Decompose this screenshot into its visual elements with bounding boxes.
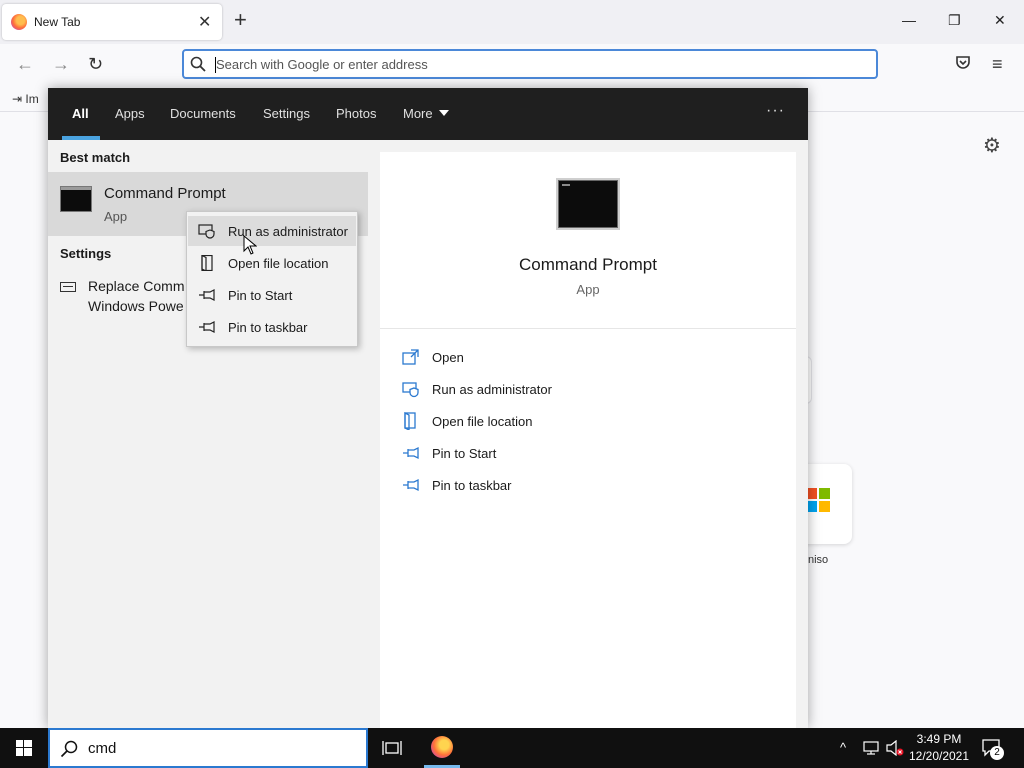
more-options-icon[interactable]: ··· (766, 102, 785, 120)
preview-divider (380, 328, 796, 329)
tab-documents[interactable]: Documents (170, 106, 236, 121)
search-filter-tabs: All Apps Documents Settings Photos More … (48, 88, 808, 140)
settings-result[interactable]: Replace Comm Windows Powe (88, 276, 188, 316)
action-pin-to-start[interactable]: Pin to Start (402, 444, 782, 468)
settings-result-line1: Replace Comm (88, 278, 185, 294)
tab-apps[interactable]: Apps (115, 106, 145, 121)
search-icon (190, 56, 206, 72)
action-open-file-location[interactable]: Open file location (402, 412, 782, 436)
tab-settings[interactable]: Settings (263, 106, 310, 121)
open-icon (402, 349, 419, 365)
import-bookmarks-link[interactable]: ⇥ Im (12, 92, 39, 106)
chevron-up-icon[interactable]: ^ (840, 740, 846, 755)
folder-location-icon (404, 412, 416, 430)
command-prompt-large-icon (556, 178, 620, 230)
settings-heading: Settings (60, 246, 112, 261)
menu-item-open-file-location-label: Open file location (228, 256, 329, 271)
network-icon[interactable] (863, 740, 879, 756)
clock-time: 3:49 PM (916, 732, 962, 746)
gear-icon[interactable]: ⚙ (983, 133, 1001, 158)
shortcut-tile-label: niso (808, 554, 829, 566)
address-placeholder: Search with Google or enter address (216, 57, 428, 72)
task-view-icon[interactable] (382, 738, 402, 758)
browser-tab-strip: New Tab ✕ + — ❐ ✕ (0, 0, 1024, 44)
context-menu: Run as administrator Open file location … (186, 211, 358, 347)
system-clock[interactable]: 3:49 PM 12/20/2021 (906, 731, 972, 765)
shield-icon (402, 382, 419, 398)
tab-more[interactable]: More (403, 106, 449, 121)
firefox-icon (11, 14, 27, 30)
menu-item-pin-to-taskbar-label: Pin to taskbar (228, 320, 308, 335)
best-match-heading: Best match (60, 150, 131, 165)
windows-logo-icon (806, 488, 830, 512)
command-prompt-icon (60, 186, 92, 212)
action-open-label: Open (432, 350, 464, 365)
pin-icon (403, 446, 419, 460)
preview-pane: Command Prompt App Open Run as administr… (380, 152, 796, 728)
tab-all[interactable]: All (72, 106, 89, 121)
start-search-panel: All Apps Documents Settings Photos More … (48, 88, 808, 728)
start-button[interactable] (0, 728, 48, 768)
action-pin-to-taskbar-label: Pin to taskbar (432, 478, 512, 493)
taskbar-search-input[interactable]: cmd (48, 728, 368, 768)
windows-start-icon (16, 740, 32, 756)
forward-arrow-icon[interactable]: → (52, 54, 70, 75)
menu-item-open-file-location[interactable]: Open file location (188, 248, 356, 278)
close-window-button[interactable]: ✕ (994, 12, 1006, 29)
minimize-button[interactable]: — (902, 12, 916, 28)
menu-hamburger-icon[interactable]: ≡ (992, 54, 1003, 75)
address-bar[interactable]: Search with Google or enter address (182, 49, 878, 79)
preview-title: Command Prompt (519, 255, 657, 274)
action-open[interactable]: Open (402, 348, 782, 372)
reload-icon[interactable]: ↻ (88, 54, 103, 75)
notification-count-badge: 2 (990, 746, 1004, 760)
tab-photos[interactable]: Photos (336, 106, 376, 121)
pin-icon (199, 289, 215, 301)
tab-close-icon[interactable]: ✕ (198, 12, 211, 32)
action-pin-to-taskbar[interactable]: Pin to taskbar (402, 476, 782, 500)
menu-item-run-as-admin[interactable]: Run as administrator (188, 216, 356, 246)
bookmark-label: Im (25, 92, 39, 106)
taskbar-firefox-button[interactable] (422, 728, 462, 768)
best-match-type: App (104, 209, 128, 224)
menu-item-pin-to-start-label: Pin to Start (228, 288, 293, 303)
folder-location-icon (201, 255, 213, 271)
preview-type: App (576, 282, 600, 297)
pocket-icon[interactable] (955, 54, 971, 75)
action-run-as-admin-label: Run as administrator (432, 382, 552, 397)
volume-muted-icon[interactable] (886, 740, 904, 756)
tab-title: New Tab (34, 15, 81, 29)
taskbar: cmd ^ 3:49 PM 12/20/2021 2 (0, 728, 1024, 768)
shield-icon (198, 224, 215, 239)
menu-item-pin-to-start[interactable]: Pin to Start (188, 280, 356, 310)
mouse-cursor-icon (243, 235, 257, 255)
pin-icon (199, 321, 215, 333)
browser-tab[interactable]: New Tab ✕ (2, 4, 222, 40)
action-pin-to-start-label: Pin to Start (432, 446, 497, 461)
settings-result-line2: Windows Powe (88, 298, 184, 314)
tab-more-label: More (403, 106, 433, 121)
action-open-file-location-label: Open file location (432, 414, 533, 429)
action-center-button[interactable]: 2 (982, 738, 1004, 760)
best-match-name: Command Prompt (104, 185, 226, 202)
restore-button[interactable]: ❐ (948, 12, 961, 29)
back-arrow-icon[interactable]: ← (16, 54, 34, 75)
pin-icon (403, 478, 419, 492)
chevron-down-icon (438, 110, 449, 116)
action-run-as-admin[interactable]: Run as administrator (402, 380, 782, 404)
new-tab-button[interactable]: + (234, 9, 247, 31)
menu-item-pin-to-taskbar[interactable]: Pin to taskbar (188, 312, 356, 342)
display-settings-icon (60, 282, 76, 292)
clock-date: 12/20/2021 (908, 749, 970, 763)
taskbar-search-value: cmd (88, 740, 117, 757)
firefox-icon (431, 736, 453, 758)
search-icon (60, 740, 78, 758)
